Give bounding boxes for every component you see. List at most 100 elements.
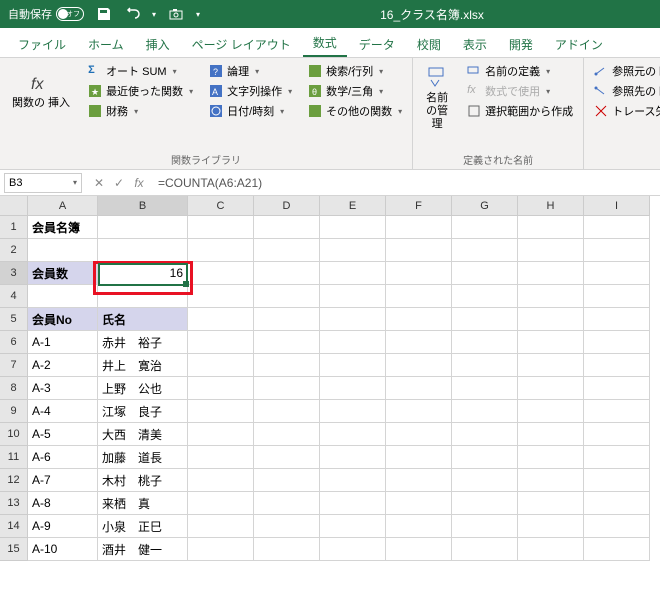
cell-C2[interactable]: [188, 239, 254, 262]
cell-B15[interactable]: 酒井 健一: [98, 538, 188, 561]
cell-D8[interactable]: [254, 377, 320, 400]
cell-D3[interactable]: [254, 262, 320, 285]
enter-icon[interactable]: ✓: [112, 176, 126, 190]
cell-G10[interactable]: [452, 423, 518, 446]
row-header-11[interactable]: 11: [0, 446, 28, 469]
cell-F4[interactable]: [386, 285, 452, 308]
column-header-A[interactable]: A: [28, 196, 98, 216]
more-functions-button[interactable]: その他の関数▾: [304, 102, 406, 120]
financial-button[interactable]: 財務▾: [84, 102, 197, 120]
cancel-icon[interactable]: ✕: [92, 176, 106, 190]
cell-D10[interactable]: [254, 423, 320, 446]
cell-C5[interactable]: [188, 308, 254, 331]
cell-F8[interactable]: [386, 377, 452, 400]
camera-icon[interactable]: [168, 6, 184, 22]
cell-F11[interactable]: [386, 446, 452, 469]
row-header-4[interactable]: 4: [0, 285, 28, 308]
cell-I6[interactable]: [584, 331, 650, 354]
cell-E13[interactable]: [320, 492, 386, 515]
tab-developer[interactable]: 開発: [499, 30, 543, 57]
cell-A10[interactable]: A-5: [28, 423, 98, 446]
text-button[interactable]: A文字列操作▾: [205, 82, 296, 100]
select-all-corner[interactable]: [0, 196, 28, 216]
cell-H15[interactable]: [518, 538, 584, 561]
cell-I9[interactable]: [584, 400, 650, 423]
cell-H6[interactable]: [518, 331, 584, 354]
cell-B11[interactable]: 加藤 道長: [98, 446, 188, 469]
tab-page-layout[interactable]: ページ レイアウト: [182, 30, 301, 57]
cell-F13[interactable]: [386, 492, 452, 515]
create-from-selection-button[interactable]: 選択範囲から作成: [463, 102, 577, 120]
column-header-E[interactable]: E: [320, 196, 386, 216]
remove-arrows-button[interactable]: トレース矢印の: [590, 102, 660, 120]
cell-F3[interactable]: [386, 262, 452, 285]
cell-I2[interactable]: [584, 239, 650, 262]
cell-G14[interactable]: [452, 515, 518, 538]
math-button[interactable]: θ数学/三角▾: [304, 82, 406, 100]
row-header-3[interactable]: 3: [0, 262, 28, 285]
recent-functions-button[interactable]: ★最近使った関数▾: [84, 82, 197, 100]
cell-B7[interactable]: 井上 寛治: [98, 354, 188, 377]
lookup-button[interactable]: 検索/行列▾: [304, 62, 406, 80]
cell-H10[interactable]: [518, 423, 584, 446]
autosave-toggle[interactable]: 自動保存 オフ: [8, 6, 84, 22]
cell-A5[interactable]: 会員No: [28, 308, 98, 331]
row-header-8[interactable]: 8: [0, 377, 28, 400]
cell-H14[interactable]: [518, 515, 584, 538]
cell-I10[interactable]: [584, 423, 650, 446]
cell-F10[interactable]: [386, 423, 452, 446]
row-header-10[interactable]: 10: [0, 423, 28, 446]
cell-G13[interactable]: [452, 492, 518, 515]
cell-I1[interactable]: [584, 216, 650, 239]
cell-C12[interactable]: [188, 469, 254, 492]
cell-C11[interactable]: [188, 446, 254, 469]
tab-file[interactable]: ファイル: [8, 30, 76, 57]
save-icon[interactable]: [96, 6, 112, 22]
cell-F12[interactable]: [386, 469, 452, 492]
cell-C9[interactable]: [188, 400, 254, 423]
row-header-7[interactable]: 7: [0, 354, 28, 377]
cell-A4[interactable]: [28, 285, 98, 308]
cell-C6[interactable]: [188, 331, 254, 354]
cell-E10[interactable]: [320, 423, 386, 446]
cell-A3[interactable]: 会員数: [28, 262, 98, 285]
cell-H12[interactable]: [518, 469, 584, 492]
column-header-B[interactable]: B: [98, 196, 188, 216]
cell-A12[interactable]: A-7: [28, 469, 98, 492]
column-header-H[interactable]: H: [518, 196, 584, 216]
cell-G1[interactable]: [452, 216, 518, 239]
cell-H1[interactable]: [518, 216, 584, 239]
tab-home[interactable]: ホーム: [78, 30, 134, 57]
cell-F14[interactable]: [386, 515, 452, 538]
cell-A1[interactable]: 会員名簿: [28, 216, 98, 239]
row-header-6[interactable]: 6: [0, 331, 28, 354]
use-in-formula-button[interactable]: fx数式で使用▾: [463, 82, 577, 100]
cell-G3[interactable]: [452, 262, 518, 285]
cell-D1[interactable]: [254, 216, 320, 239]
cell-H7[interactable]: [518, 354, 584, 377]
cell-E12[interactable]: [320, 469, 386, 492]
define-name-button[interactable]: 名前の定義▾: [463, 62, 577, 80]
cell-I11[interactable]: [584, 446, 650, 469]
cell-I3[interactable]: [584, 262, 650, 285]
cell-I13[interactable]: [584, 492, 650, 515]
cell-H3[interactable]: [518, 262, 584, 285]
qat-dropdown-2[interactable]: ▾: [196, 10, 200, 19]
cell-A11[interactable]: A-6: [28, 446, 98, 469]
cell-D14[interactable]: [254, 515, 320, 538]
cell-E15[interactable]: [320, 538, 386, 561]
cell-B12[interactable]: 木村 桃子: [98, 469, 188, 492]
cell-D6[interactable]: [254, 331, 320, 354]
cell-H8[interactable]: [518, 377, 584, 400]
cell-C3[interactable]: [188, 262, 254, 285]
cell-D9[interactable]: [254, 400, 320, 423]
formula-input[interactable]: =COUNTA(A6:A21): [152, 176, 660, 190]
row-header-1[interactable]: 1: [0, 216, 28, 239]
cell-E14[interactable]: [320, 515, 386, 538]
cell-B9[interactable]: 江塚 良子: [98, 400, 188, 423]
cell-E9[interactable]: [320, 400, 386, 423]
cell-I4[interactable]: [584, 285, 650, 308]
cell-D2[interactable]: [254, 239, 320, 262]
cell-G15[interactable]: [452, 538, 518, 561]
cell-E4[interactable]: [320, 285, 386, 308]
